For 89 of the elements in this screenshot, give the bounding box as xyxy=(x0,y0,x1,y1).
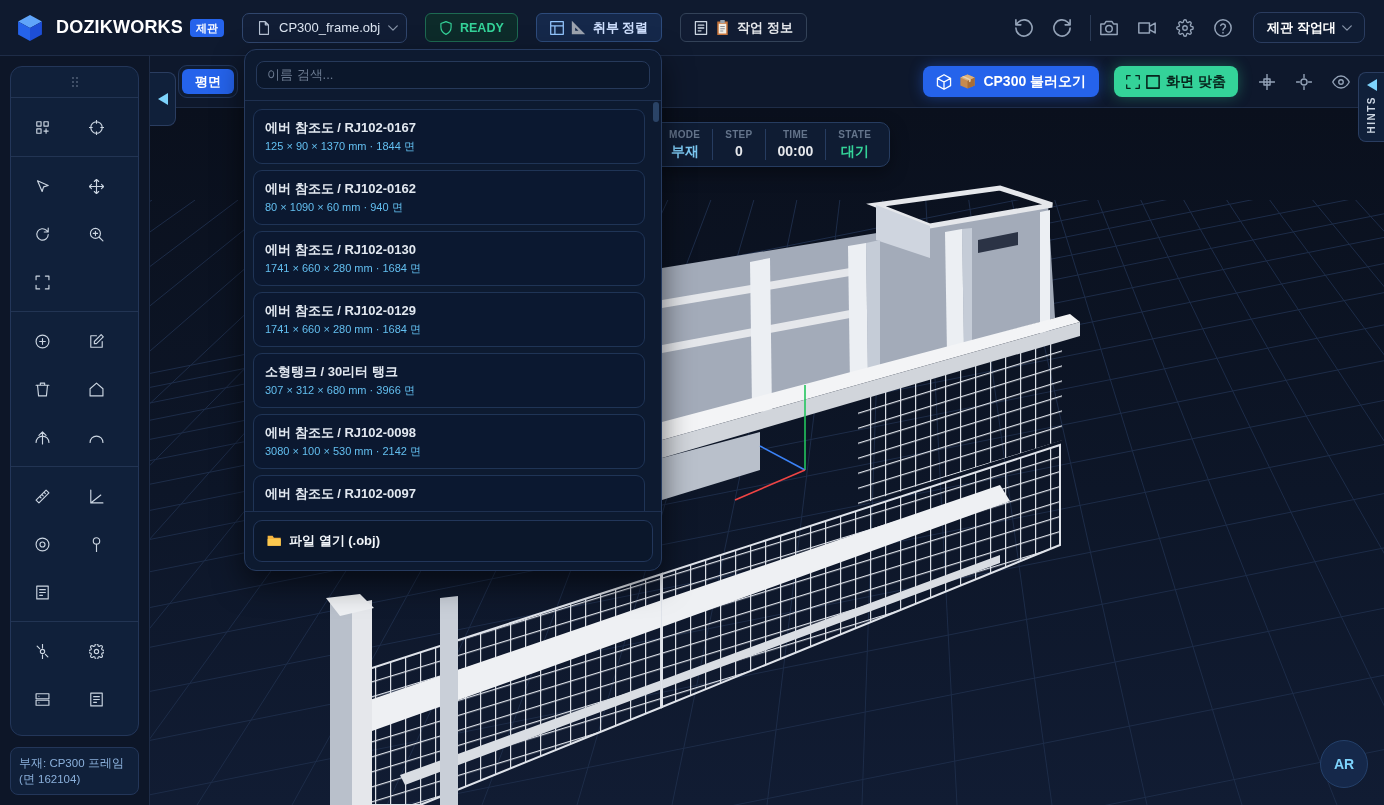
ruler-icon xyxy=(34,488,50,504)
file-select-button[interactable]: CP300_frame.obj xyxy=(242,12,407,43)
ar-button[interactable]: AR xyxy=(1320,740,1368,788)
part-info: 부재: CP300 프레임 (면 162104) xyxy=(19,756,125,787)
eye-icon xyxy=(1332,72,1350,91)
chevron-down-icon xyxy=(388,24,399,31)
redo-icon xyxy=(1053,18,1071,37)
file-title: 에버 참조도 / RJ102-0129 xyxy=(265,301,416,319)
file-dimensions: 80 × 1090 × 60 mm · 940 면 xyxy=(265,199,403,215)
triangle-left-icon xyxy=(1366,79,1377,91)
status-value: 대기 xyxy=(840,142,869,160)
server-icon xyxy=(34,691,50,707)
status-label: TIME xyxy=(782,129,808,141)
file-list-item[interactable]: 소형탱크 / 30리터 탱크 307 × 312 × 680 mm · 3966 면 xyxy=(253,352,645,408)
file-list-item[interactable]: 에버 참조도 / RJ102-0098 3080 × 100 × 530 mm · 2142 면 xyxy=(253,413,645,469)
file-icon xyxy=(257,20,271,35)
file-title: 에버 참조도 / RJ102-0098 xyxy=(265,423,416,441)
status-label: STATE xyxy=(838,129,872,141)
document-icon xyxy=(34,584,50,600)
shield-icon xyxy=(439,20,453,35)
search-field[interactable]: 이름 검색... xyxy=(256,60,650,89)
file-list-item[interactable]: 에버 참조도 / RJ102-0130 1741 × 660 × 280 mm · 1684 면 xyxy=(253,230,645,286)
layout-icon xyxy=(549,20,564,35)
file-title: 에버 참조도 / RJ102-0167 xyxy=(265,118,416,136)
file-title: 에버 참조도 / RJ102-0130 xyxy=(265,240,416,258)
fit-button[interactable]: 화면 맞춤 xyxy=(1114,66,1238,97)
file-list-item[interactable]: 에버 참조도 / RJ102-0162 80 × 1090 × 60 mm · 940 면 xyxy=(253,169,645,225)
file-list-item[interactable]: 에버 참조도 / RJ102-0097 xyxy=(253,474,645,511)
clipboard-icon xyxy=(715,20,731,35)
arrow-up-arc-icon xyxy=(34,429,50,445)
zoom-in-icon xyxy=(88,226,104,242)
view-tab[interactable]: 평면 xyxy=(182,69,234,94)
square-icon xyxy=(1146,74,1161,89)
chevron-down-icon xyxy=(1342,24,1352,31)
status-value: 부재 xyxy=(670,142,699,160)
file-dimensions: 1741 × 660 × 280 mm · 1684 면 xyxy=(265,321,421,337)
status-value: 0 xyxy=(734,142,743,160)
workspace-select-button[interactable]: 제관 작업대 xyxy=(1253,12,1365,43)
triangle-left-icon xyxy=(157,93,168,105)
status-label: STEP xyxy=(725,129,753,141)
triangle-ruler-icon xyxy=(570,20,586,35)
info-button[interactable]: 작업 정보 xyxy=(680,13,807,42)
camera-icon xyxy=(1100,18,1118,37)
settings-icon xyxy=(88,643,104,659)
file-title: 소형탱크 / 30리터 탱크 xyxy=(265,362,398,380)
open-file-button[interactable]: 파일 열기 (.obj) xyxy=(253,519,653,562)
spark-icon xyxy=(34,643,50,659)
file-dimensions: 307 × 312 × 680 mm · 3966 면 xyxy=(265,382,415,398)
file-title: 에버 참조도 / RJ102-0162 xyxy=(265,179,416,197)
file-list-item[interactable]: 에버 참조도 / RJ102-0129 1741 × 660 × 280 mm · 1684 면 xyxy=(253,291,645,347)
crosshair-icon xyxy=(1259,73,1275,90)
undo-icon xyxy=(1015,18,1033,37)
help-icon xyxy=(1214,18,1232,37)
file-dimensions: 125 × 90 × 1370 mm · 1844 면 xyxy=(265,138,415,154)
settings-icon xyxy=(1176,18,1194,37)
grip-icon xyxy=(71,77,78,87)
folder-icon xyxy=(267,534,282,547)
angle-icon xyxy=(88,488,104,504)
edit-icon xyxy=(88,333,104,349)
collapse-button[interactable] xyxy=(150,72,176,126)
file-title: 에버 참조도 / RJ102-0097 xyxy=(265,484,416,502)
package-icon xyxy=(960,74,976,89)
file-dimensions: 3080 × 100 × 530 mm · 2142 면 xyxy=(265,443,421,459)
brand-badge: 제관 xyxy=(190,18,224,37)
crosshair-icon xyxy=(88,119,104,135)
cube-logo-icon xyxy=(18,14,42,41)
document-icon xyxy=(88,691,104,707)
frame-corners-icon xyxy=(34,274,50,290)
move-icon xyxy=(88,178,104,194)
cube-icon xyxy=(936,73,953,90)
status-badge: READY xyxy=(425,13,518,42)
status-value: 00:00 xyxy=(777,142,814,160)
house-icon xyxy=(88,381,104,397)
load-button[interactable]: CP300 불러오기 xyxy=(923,66,1100,97)
status-label: MODE xyxy=(669,129,701,141)
trash-icon xyxy=(34,381,50,397)
grid-plus-icon xyxy=(34,119,50,135)
align-button[interactable]: 취부 정렬 xyxy=(535,13,663,42)
file-dimensions: 1741 × 660 × 280 mm · 1684 면 xyxy=(265,260,421,276)
brand-name: DOZIKWORKS xyxy=(56,17,183,38)
hints-tab[interactable]: HINTS xyxy=(1358,72,1384,142)
frame-corners-icon xyxy=(1126,74,1141,89)
rotate-icon xyxy=(34,226,50,242)
focus-icon xyxy=(1296,73,1312,90)
scrollbar-thumb[interactable] xyxy=(653,101,659,122)
document-icon xyxy=(694,20,709,35)
cursor-icon xyxy=(34,178,50,194)
target-icon xyxy=(34,536,50,552)
file-list-item[interactable]: 에버 참조도 / RJ102-0167 125 × 90 × 1370 mm · 1844 면 xyxy=(253,108,645,164)
